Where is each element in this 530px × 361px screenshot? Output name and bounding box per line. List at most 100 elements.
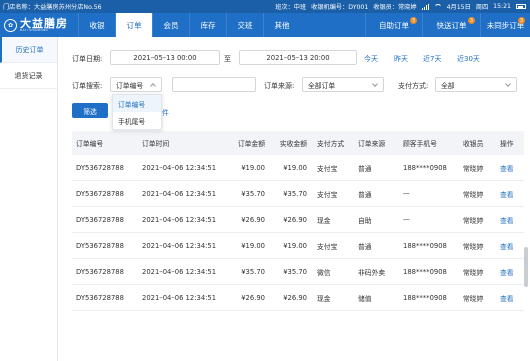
search-type-select[interactable]: 订单编号: [110, 77, 162, 92]
table-cell: 2021–04–06 12:34:51: [142, 215, 217, 224]
reset-link[interactable]: 件: [162, 107, 169, 117]
chevron-down-icon: [372, 81, 378, 87]
shift-info: 班次：中班: [275, 4, 307, 11]
view-link[interactable]: 查看: [496, 241, 524, 251]
table-cell: 支付宝: [317, 242, 338, 251]
quick-yesterday-link[interactable]: 昨天: [394, 54, 408, 64]
scrollbar[interactable]: [524, 247, 528, 287]
search-type-value: 订单编号: [116, 81, 144, 90]
sidebar-item-returns[interactable]: 退货记录: [0, 63, 57, 89]
date-label: 订单日期:: [72, 55, 103, 63]
date-text: 4月15日: [446, 4, 471, 11]
table-cell: —: [403, 215, 410, 224]
table-cell: ¥35.70: [241, 267, 265, 276]
table-row: DY536728788 2021–04–06 12:34:51 ¥35.70 ¥35.…: [72, 259, 524, 285]
orders-table: 订单编号 订单时间 订单金额 实收金额 支付方式 订单来源 顾客手机号 收银员 …: [72, 131, 524, 311]
delivery-orders-label: 快送订单: [436, 20, 467, 30]
table-cell: 188****0908: [403, 267, 447, 276]
status-bar: 门店名称：大益膳房苏州分店No.56 班次：中班 收银机编号：DY001 收银员…: [0, 0, 530, 13]
self-service-orders-button[interactable]: 自助订单 3: [365, 13, 422, 37]
signal-icon: [421, 3, 430, 10]
table-row: DY536728788 2021–04–06 12:34:51 ¥26.90 ¥26.…: [72, 285, 524, 311]
view-link[interactable]: 查看: [496, 189, 524, 199]
filter-button[interactable]: 筛选: [72, 103, 108, 118]
table-cell: ¥35.70: [283, 189, 307, 198]
table-cell: —: [403, 189, 410, 198]
table-cell: ¥26.90: [241, 293, 265, 302]
column-header: 收银员: [463, 140, 484, 148]
sidebar-item-history-orders[interactable]: 历史订单: [0, 37, 57, 63]
dropdown-option-phone-suffix[interactable]: 手机尾号: [113, 112, 161, 129]
chevron-up-icon: [150, 83, 156, 89]
table-cell: 188****0908: [403, 293, 447, 302]
tab-orders[interactable]: 订单: [115, 13, 152, 37]
source-label: 订单来源:: [264, 82, 295, 90]
cashier-info: 收银员：常晓婷: [373, 4, 417, 11]
table-cell: 现金: [317, 216, 331, 225]
search-type-dropdown: 订单编号 手机尾号: [112, 94, 162, 130]
table-row: DY536728788 2021–04–06 12:34:51 ¥19.00 ¥19.…: [72, 233, 524, 259]
unsynced-orders-button[interactable]: 未同步订单 3: [480, 13, 530, 37]
brand-logo: ✿ 大益膳房 DAYI SHANFANG: [0, 13, 78, 37]
tab-cashier[interactable]: 收银: [78, 13, 115, 37]
tab-other[interactable]: 其他: [263, 13, 300, 37]
count-badge: 3: [518, 17, 525, 24]
table-cell: ¥35.70: [241, 189, 265, 198]
payment-select[interactable]: 全部: [435, 77, 517, 92]
terminal-info: 收银机编号：DY001: [311, 4, 369, 11]
delivery-orders-button[interactable]: 快送订单 3: [422, 13, 480, 37]
source-select[interactable]: 全部订单: [302, 77, 384, 92]
tab-handover[interactable]: 交班: [226, 13, 263, 37]
table-cell: 普通: [358, 242, 372, 251]
column-header: 实收金额: [279, 140, 307, 148]
table-cell: 常晓婷: [463, 242, 484, 251]
date-separator: 至: [224, 55, 231, 63]
table-cell: ¥26.90: [283, 215, 307, 224]
table-cell: ¥19.00: [241, 163, 265, 172]
search-input[interactable]: [172, 77, 256, 92]
table-cell: ¥19.00: [283, 163, 307, 172]
table-cell: 2021–04–06 12:34:51: [142, 293, 217, 302]
table-cell: 常晓婷: [463, 268, 484, 277]
table-cell: 2021–04–06 12:34:51: [142, 163, 217, 172]
table-cell: 常晓婷: [463, 164, 484, 173]
weekday-text: 周四: [475, 4, 489, 11]
view-link[interactable]: 查看: [496, 163, 524, 173]
table-cell: DY536728788: [76, 215, 124, 224]
table-row: DY536728788 2021–04–06 12:34:51 ¥26.90 ¥26.…: [72, 207, 524, 233]
main-content: 订单日期: 2021–05–13 00:00 至 2021–05–13 20:0…: [64, 37, 530, 361]
table-cell: 2021–04–06 12:34:51: [142, 267, 217, 276]
battery-icon: [516, 4, 526, 9]
chevron-down-icon: [505, 81, 511, 87]
date-from-field[interactable]: 2021–05–13 00:00: [110, 50, 220, 65]
view-link[interactable]: 查看: [496, 215, 524, 225]
column-header: 订单编号: [76, 140, 104, 148]
table-cell: ¥19.00: [283, 241, 307, 250]
dropdown-option-order-number[interactable]: 订单编号: [113, 95, 161, 112]
logo-emblem-icon: ✿: [4, 18, 17, 32]
tab-members[interactable]: 会员: [152, 13, 189, 37]
column-header: 支付方式: [317, 140, 345, 148]
table-header: 订单编号 订单时间 订单金额 实收金额 支付方式 订单来源 顾客手机号 收银员 …: [72, 131, 524, 155]
column-header: 订单金额: [237, 140, 265, 148]
quick-7days-link[interactable]: 近7天: [423, 54, 441, 64]
quick-30days-link[interactable]: 近30天: [457, 54, 480, 64]
search-label: 订单搜索:: [72, 82, 103, 90]
date-to-field[interactable]: 2021–05–13 20:00: [239, 50, 357, 65]
tab-inventory[interactable]: 库存: [189, 13, 226, 37]
table-cell: 2021–04–06 12:34:51: [142, 241, 217, 250]
main-nav: ✿ 大益膳房 DAYI SHANFANG 收银 订单 会员 库存 交班 其他 自…: [0, 13, 530, 37]
table-cell: 普通: [358, 190, 372, 199]
table-cell: DY536728788: [76, 293, 124, 302]
table-cell: DY536728788: [76, 189, 124, 198]
column-header: 订单时间: [142, 140, 170, 148]
brand-name-en: DAYI SHANFANG: [20, 28, 49, 32]
time-text: 15:21: [493, 3, 511, 10]
view-link[interactable]: 查看: [496, 267, 524, 277]
source-value: 全部订单: [308, 81, 336, 90]
view-link[interactable]: 查看: [496, 293, 524, 303]
payment-label: 支付方式:: [398, 82, 429, 90]
table-cell: 支付宝: [317, 190, 338, 199]
quick-today-link[interactable]: 今天: [364, 54, 378, 64]
table-cell: 支付宝: [317, 164, 338, 173]
